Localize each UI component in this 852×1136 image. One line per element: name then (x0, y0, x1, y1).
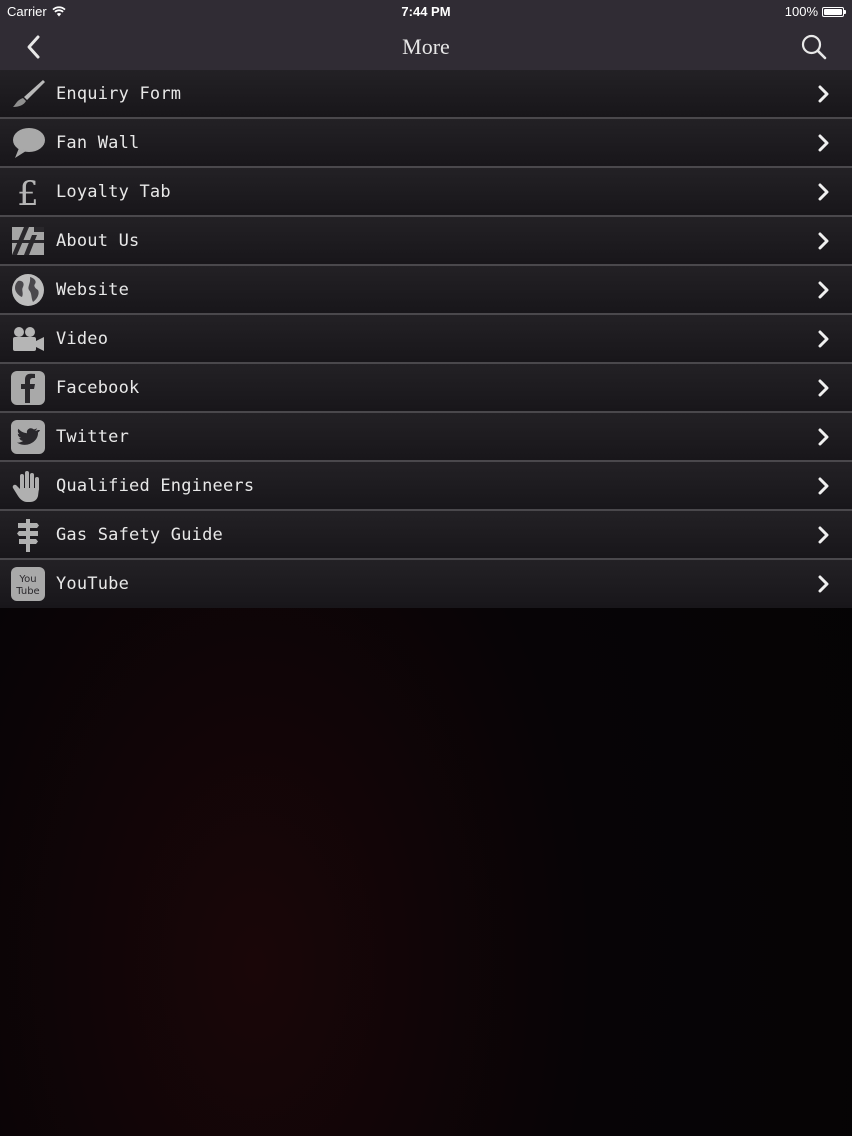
chevron-right-icon (818, 232, 829, 250)
battery-percent: 100% (784, 4, 818, 19)
menu-item-label: Website (56, 279, 130, 300)
top-bar: Carrier 7:44 PM 100% More (0, 0, 852, 70)
menu-item-label: Video (56, 328, 109, 349)
chevron-right-icon (818, 183, 829, 201)
menu-item-twitter[interactable]: Twitter (0, 413, 852, 462)
menu-item-website[interactable]: Website (0, 266, 852, 315)
menu-item-fan-wall[interactable]: Fan Wall (0, 119, 852, 168)
menu-item-about-us[interactable]: About Us (0, 217, 852, 266)
menu-item-video[interactable]: Video (0, 315, 852, 364)
menu-item-gas-safety-guide[interactable]: Gas Safety Guide (0, 511, 852, 560)
menu-item-qualified-engineers[interactable]: Qualified Engineers (0, 462, 852, 511)
menu-item-label: Enquiry Form (56, 83, 182, 104)
chevron-right-icon (818, 575, 829, 593)
signpost-icon (10, 517, 46, 553)
menu-item-label: Qualified Engineers (56, 475, 255, 496)
chevron-right-icon (818, 526, 829, 544)
paintbrush-icon (10, 76, 46, 112)
chevron-right-icon (818, 428, 829, 446)
menu-item-label: Gas Safety Guide (56, 524, 223, 545)
search-button[interactable] (800, 33, 828, 61)
menu-item-loyalty-tab[interactable]: £ Loyalty Tab (0, 168, 852, 217)
page-title: More (402, 34, 450, 59)
menu-item-label: About Us (56, 230, 140, 251)
svg-text:£: £ (17, 174, 39, 210)
menu-item-label: Twitter (56, 426, 130, 447)
menu-item-label: YouTube (56, 574, 130, 594)
battery-status: 100% (784, 4, 846, 19)
search-icon (801, 34, 827, 60)
chevron-right-icon (818, 281, 829, 299)
chevron-right-icon (818, 477, 829, 495)
menu-item-enquiry-form[interactable]: Enquiry Form (0, 70, 852, 119)
menu-item-youtube[interactable]: You Tube YouTube (0, 560, 852, 608)
twitter-icon (10, 419, 46, 455)
chevron-right-icon (818, 330, 829, 348)
menu-item-label: Fan Wall (56, 132, 140, 153)
menu-list: Enquiry Form Fan Wall £ Loyalty Tab Abou… (0, 70, 852, 608)
menu-item-label: Facebook (56, 377, 140, 398)
chevron-right-icon (818, 379, 829, 397)
menu-item-label: Loyalty Tab (56, 181, 171, 202)
hand-icon (10, 468, 46, 504)
about-icon (10, 223, 46, 259)
nav-bar: More (0, 24, 852, 70)
menu-item-facebook[interactable]: Facebook (0, 364, 852, 413)
facebook-icon (10, 370, 46, 406)
video-camera-icon (10, 321, 46, 357)
status-time: 7:44 PM (401, 4, 451, 19)
screen: Carrier 7:44 PM 100% More Enquiry Form F… (0, 0, 852, 1136)
chevron-right-icon (818, 85, 829, 103)
pound-icon: £ (10, 174, 46, 210)
youtube-icon: You Tube (10, 566, 46, 602)
status-bar: Carrier 7:44 PM 100% (0, 0, 852, 24)
battery-icon (822, 6, 846, 17)
svg-text:You: You (18, 574, 36, 585)
chevron-right-icon (818, 134, 829, 152)
speech-bubble-icon (10, 125, 46, 161)
globe-icon (10, 272, 46, 308)
svg-text:Tube: Tube (15, 586, 39, 597)
